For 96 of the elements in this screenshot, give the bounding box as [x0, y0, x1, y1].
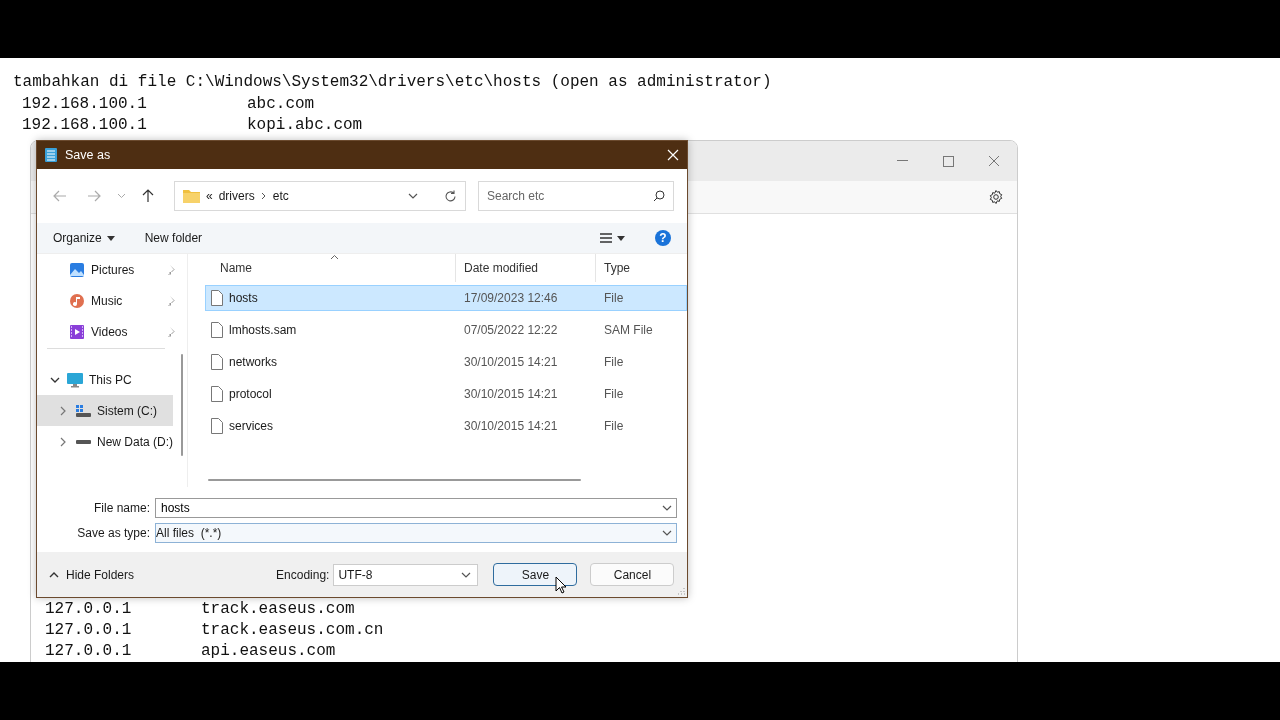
pictures-icon: [69, 261, 85, 278]
host-name: api.easeus.com: [201, 641, 336, 662]
maximize-icon: [942, 155, 954, 167]
notepad-icon: [45, 148, 57, 162]
encoding-dropdown[interactable]: UTF-8: [333, 563, 479, 586]
file-type: File: [603, 419, 624, 433]
chevron-down-icon: [50, 375, 60, 384]
drive-icon: [75, 403, 91, 418]
monitor-icon: [66, 371, 84, 388]
file-name: networks: [229, 355, 278, 369]
date-modified: 07/05/2022 12:22: [463, 323, 559, 337]
file-icon: [211, 386, 223, 402]
file-row[interactable]: services 30/10/2015 14:21 File: [205, 413, 687, 439]
sidebar-item[interactable]: Pictures: [37, 254, 187, 285]
column-header[interactable]: Type: [596, 254, 687, 282]
file-type: File: [603, 387, 624, 401]
file-row[interactable]: lmhosts.sam 07/05/2022 12:22 SAM File: [205, 317, 687, 343]
file-icon: [211, 322, 223, 338]
breadcrumb-item[interactable]: etc: [272, 189, 289, 203]
date-modified: 30/10/2015 14:21: [463, 419, 559, 433]
sidebar-item[interactable]: Videos: [37, 316, 187, 347]
settings-icon[interactable]: [988, 189, 1004, 205]
column-header[interactable]: Date modified: [456, 254, 596, 282]
host-name: track.easeus.com.cn: [201, 620, 384, 641]
organize-menu[interactable]: Organize: [53, 231, 115, 245]
chevron-up-icon: [49, 571, 59, 578]
encoding-label: Encoding:: [276, 567, 330, 582]
chevron-down-icon: [116, 193, 126, 199]
host-name: kopi.abc.com: [247, 115, 363, 136]
file-name: lmhosts.sam: [229, 323, 297, 337]
arrow-left-icon: [53, 190, 67, 202]
list-view-icon: [600, 233, 612, 243]
help-button[interactable]: ?: [655, 230, 671, 246]
chevron-right-icon: [59, 405, 67, 416]
tree-item[interactable]: This PC: [37, 364, 173, 395]
ip-address: 127.0.0.1: [45, 620, 133, 641]
file-name: hosts: [229, 291, 258, 305]
host-name: track.easeus.com: [201, 599, 355, 620]
file-row[interactable]: hosts 17/09/2023 12:46 File: [205, 285, 687, 311]
chevron-right-icon: [59, 436, 67, 447]
view-menu[interactable]: [600, 233, 625, 243]
drive-icon: [75, 439, 91, 444]
cancel-button[interactable]: Cancel: [590, 563, 675, 586]
file-row[interactable]: networks 30/10/2015 14:21 File: [205, 349, 687, 375]
host-name: abc.com: [247, 93, 315, 115]
folder-icon: [183, 189, 200, 203]
ip-address: 192.168.100.1: [22, 115, 148, 136]
field-label: Save as type:: [76, 526, 151, 540]
file-type: File: [603, 355, 624, 369]
resize-grip-icon: [677, 587, 685, 595]
date-modified: 30/10/2015 14:21: [463, 355, 559, 369]
mouse-cursor-icon: [555, 576, 567, 594]
minimize-icon: [896, 160, 908, 162]
dialog-title: Save as: [65, 148, 112, 162]
videos-icon: [69, 323, 85, 340]
music-icon: [69, 292, 85, 309]
ip-address: 127.0.0.1: [45, 599, 133, 620]
breadcrumb-overflow[interactable]: «: [206, 189, 213, 203]
file-type-dropdown[interactable]: All files (*.*): [155, 523, 677, 543]
chevron-right-icon: [260, 192, 267, 200]
address-bar[interactable]: « drivers etc: [174, 181, 466, 211]
tree-item[interactable]: New Data (D:): [37, 426, 173, 457]
caret-icon: [617, 235, 625, 241]
file-icon: [211, 354, 223, 370]
date-modified: 17/09/2023 12:46: [463, 291, 559, 305]
date-modified: 30/10/2015 14:21: [463, 387, 559, 401]
save-button[interactable]: Save: [493, 563, 578, 586]
file-type: SAM File: [603, 323, 653, 337]
dropdown-value: UTF-8: [338, 567, 374, 582]
tree-item[interactable]: Sistem (C:): [37, 395, 173, 426]
search-input[interactable]: Search etc: [479, 182, 653, 210]
hide-folders-button[interactable]: Hide Folders: [49, 567, 135, 582]
file-icon: [211, 290, 223, 306]
file-icon: [211, 418, 223, 434]
close-icon: [988, 155, 1000, 167]
sidebar-item[interactable]: Music: [37, 285, 187, 316]
file-name: protocol: [229, 387, 272, 401]
sort-caret-icon: [330, 254, 339, 260]
arrow-right-icon: [87, 190, 101, 202]
file-type: File: [603, 291, 624, 305]
file-row[interactable]: protocol 30/10/2015 14:21 File: [205, 381, 687, 407]
search-icon: [653, 190, 665, 202]
dropdown-value: All files (*.*): [156, 526, 223, 540]
breadcrumb-item[interactable]: drivers: [218, 189, 255, 203]
arrow-up-icon: [142, 189, 154, 203]
ip-address: 192.168.100.1: [22, 93, 148, 115]
refresh-icon[interactable]: [444, 189, 457, 203]
column-header[interactable]: Name: [188, 254, 456, 282]
caret-icon: [106, 235, 115, 241]
search-field[interactable]: Search etc: [478, 181, 674, 211]
file-name: services: [229, 419, 273, 433]
new-folder-button[interactable]: New folder: [144, 231, 203, 245]
field-label: File name:: [92, 501, 151, 515]
ip-address: 127.0.0.1: [45, 641, 133, 662]
close-icon[interactable]: [667, 149, 679, 161]
instruction-text: tambahkan di file C:\Windows\System32\drivers\etc\hosts (open as administrator): [13, 72, 773, 93]
